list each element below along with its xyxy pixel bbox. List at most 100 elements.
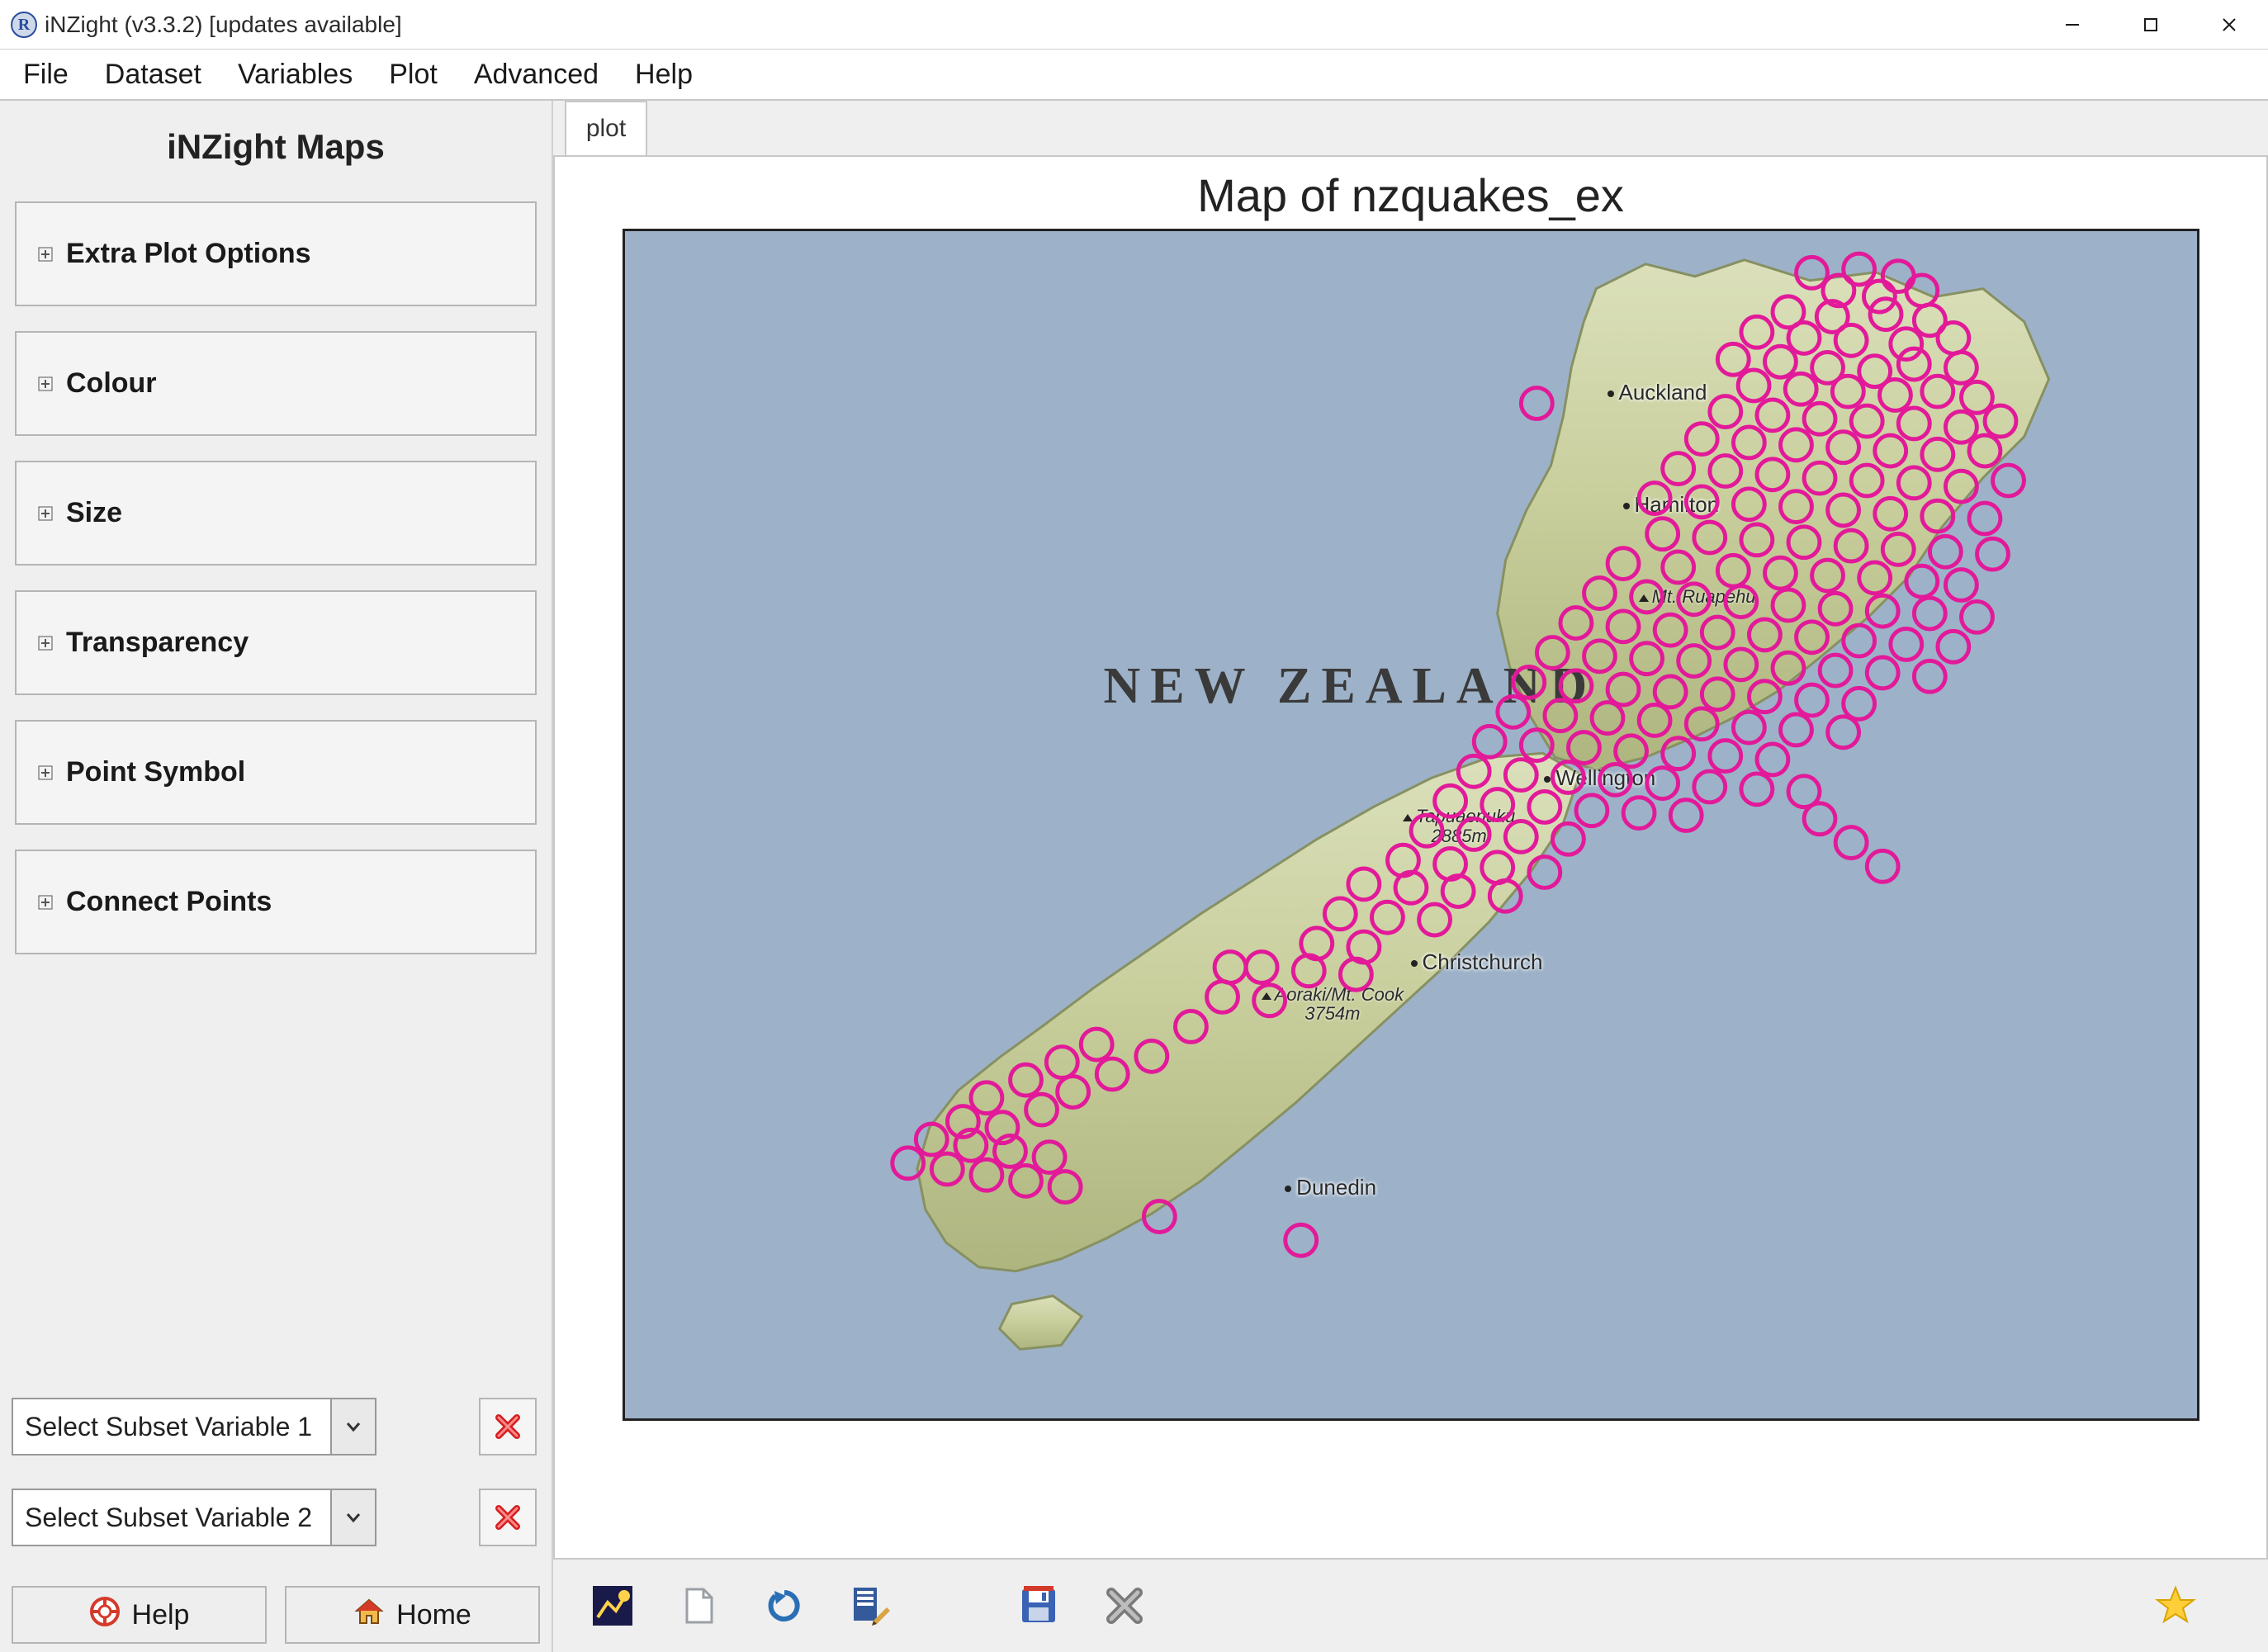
quake-point <box>1481 789 1513 821</box>
tool-favourite-button[interactable] <box>2149 1579 2202 1632</box>
quake-point <box>1749 681 1780 712</box>
menu-plot[interactable]: Plot <box>371 50 456 99</box>
tool-save-button[interactable] <box>1012 1579 1065 1632</box>
quake-point <box>1599 764 1631 795</box>
quake-point <box>1827 432 1858 463</box>
quake-point <box>1827 717 1858 748</box>
quake-point <box>1863 281 1895 312</box>
option-colour[interactable]: Colour <box>15 331 537 436</box>
window-minimize-button[interactable] <box>2033 0 2111 49</box>
sidebar-title: iNZight Maps <box>12 127 540 167</box>
window-maximize-button[interactable] <box>2111 0 2190 49</box>
subset-1-clear-button[interactable] <box>479 1398 537 1456</box>
quake-point <box>1890 329 1921 360</box>
tool-plot-options-button[interactable] <box>586 1579 639 1632</box>
quake-point <box>1489 880 1521 911</box>
quake-point <box>1678 646 1709 677</box>
quake-point <box>1835 324 1867 356</box>
plus-icon <box>36 893 54 911</box>
option-label: Point Symbol <box>66 756 245 788</box>
help-button[interactable]: Help <box>12 1586 267 1644</box>
home-button[interactable]: Home <box>285 1586 540 1644</box>
window-close-button[interactable] <box>2190 0 2268 49</box>
quake-point <box>1607 611 1639 642</box>
quake-point <box>1740 774 1772 805</box>
quake-point <box>1607 548 1639 580</box>
quake-point <box>1882 261 1914 292</box>
quake-point <box>1733 489 1764 520</box>
quake-point <box>1914 598 1945 629</box>
menu-variables[interactable]: Variables <box>220 50 371 99</box>
quake-point <box>1340 959 1371 990</box>
quake-point <box>931 1153 963 1185</box>
subset-2-clear-button[interactable] <box>479 1489 537 1546</box>
quake-point <box>1811 560 1843 591</box>
quake-point <box>1890 629 1921 660</box>
sidebar: iNZight Maps Extra Plot Options Colour S… <box>0 101 553 1652</box>
menu-help[interactable]: Help <box>617 50 711 99</box>
option-label: Transparency <box>66 627 249 659</box>
option-point-symbol[interactable]: Point Symbol <box>15 720 537 825</box>
tool-new-plot-button[interactable] <box>672 1579 725 1632</box>
quake-point <box>1655 676 1686 708</box>
chevron-down-icon <box>330 1490 375 1545</box>
plot-toolbar <box>553 1560 2268 1652</box>
quake-point <box>1898 467 1929 499</box>
option-size[interactable]: Size <box>15 461 537 566</box>
quake-point <box>1796 622 1827 653</box>
quake-point <box>1623 798 1655 829</box>
tool-edit-button[interactable] <box>844 1579 897 1632</box>
quake-point <box>1937 631 1968 662</box>
option-connect-points[interactable]: Connect Points <box>15 850 537 954</box>
quake-point <box>1560 608 1591 639</box>
chevron-down-icon <box>330 1399 375 1454</box>
quake-point <box>1096 1058 1128 1090</box>
quake-point <box>1725 586 1756 618</box>
quake-point <box>1780 714 1811 746</box>
subset-variable-2-select[interactable]: Select Subset Variable 2 <box>12 1489 376 1546</box>
quake-point <box>1253 985 1285 1016</box>
plus-icon <box>36 634 54 652</box>
quake-point <box>1646 518 1678 550</box>
plot-panel: Map of nzquakes_ex NEW ZEAL <box>553 155 2268 1560</box>
quake-point <box>1738 370 1769 401</box>
plot-title: Map of nzquakes_ex <box>1197 168 1624 222</box>
quake-point <box>1867 657 1898 689</box>
quake-point <box>1709 741 1740 772</box>
window-controls <box>2033 0 2268 49</box>
quake-point <box>1921 500 1953 532</box>
option-label: Colour <box>66 367 157 400</box>
quake-point <box>1010 1064 1041 1096</box>
quake-point <box>1576 795 1607 826</box>
quake-point <box>1820 655 1851 686</box>
menu-advanced[interactable]: Advanced <box>456 50 617 99</box>
quake-point <box>1474 726 1505 757</box>
subset-1-placeholder: Select Subset Variable 1 <box>13 1412 330 1442</box>
quake-point <box>1764 346 1796 377</box>
menu-dataset[interactable]: Dataset <box>87 50 220 99</box>
option-transparency[interactable]: Transparency <box>15 590 537 695</box>
tab-plot[interactable]: plot <box>565 101 647 155</box>
subset-variable-1-select[interactable]: Select Subset Variable 1 <box>12 1398 376 1456</box>
option-label: Size <box>66 497 122 529</box>
tool-refresh-button[interactable] <box>758 1579 811 1632</box>
quake-point <box>1945 411 1977 443</box>
quake-point <box>1835 827 1867 859</box>
quake-point <box>1858 562 1890 594</box>
tool-close-plot-button[interactable] <box>1098 1579 1151 1632</box>
quake-point <box>1411 815 1442 846</box>
quake-point <box>1906 275 1937 306</box>
quake-point <box>1780 429 1811 461</box>
quake-point <box>1592 703 1623 734</box>
quake-point <box>1324 898 1356 930</box>
quake-point <box>1655 614 1686 646</box>
option-extra-plot-options[interactable]: Extra Plot Options <box>15 201 537 306</box>
quake-point <box>1804 803 1835 835</box>
quake-point <box>1870 299 1901 330</box>
quake-point <box>1560 670 1591 702</box>
quake-point <box>1686 708 1717 740</box>
menubar: File Dataset Variables Plot Advanced Hel… <box>0 50 2268 101</box>
quake-point <box>1615 736 1646 767</box>
menu-file[interactable]: File <box>5 50 87 99</box>
quake-point <box>1709 396 1740 428</box>
